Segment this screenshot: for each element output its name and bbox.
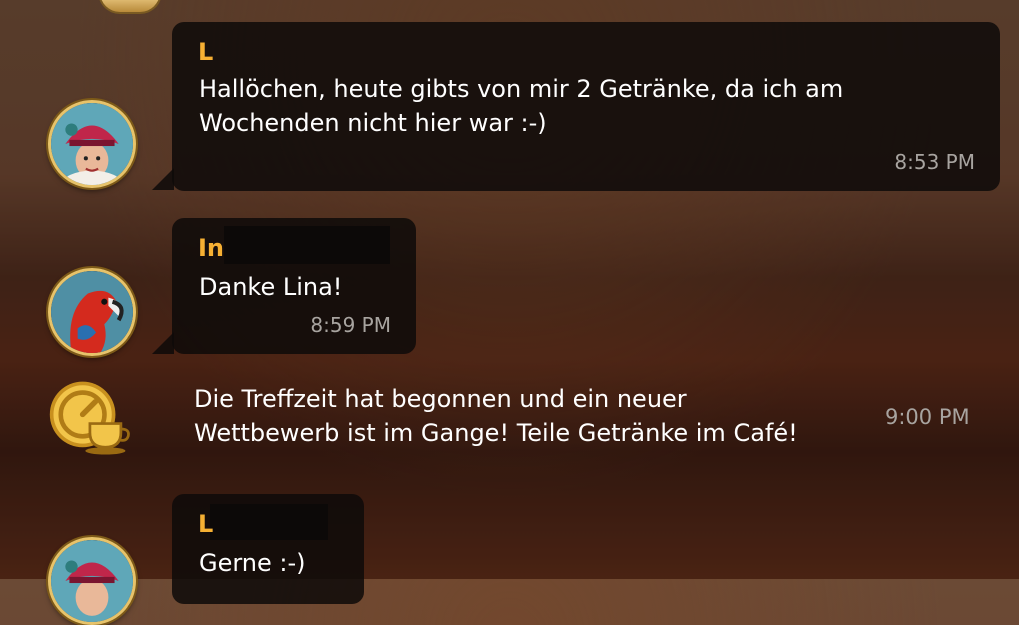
sender-name: In	[198, 234, 225, 262]
system-message-line1: Die Treffzeit hat begonnen und ein neuer	[194, 385, 687, 413]
avatar-woman-red-hat-icon[interactable]	[48, 537, 136, 625]
sender-name: L	[198, 38, 214, 66]
sender-name: L	[198, 510, 214, 538]
message-text: Danke Lina!	[199, 273, 343, 301]
message-text-line1: Hallöchen, heute gibts von mir 2 Getränk…	[199, 75, 844, 103]
message-text-line2: Wochenden nicht hier war :-)	[199, 109, 547, 137]
avatar-parrot-icon[interactable]	[48, 268, 136, 356]
message-bubble[interactable]: L Gerne :-)	[172, 494, 364, 604]
message-text: Gerne :-)	[199, 549, 306, 577]
bubble-tail	[152, 168, 174, 190]
message-bubble[interactable]: L Hallöchen, heute gibts von mir 2 Geträ…	[172, 22, 1000, 191]
avatar-woman-red-hat-icon[interactable]	[48, 100, 136, 188]
system-message: Die Treffzeit hat begonnen und ein neuer…	[194, 382, 884, 450]
message-bubble[interactable]: In Danke Lina! 8:59 PM	[172, 218, 416, 354]
message-time: 8:53 PM	[894, 150, 975, 174]
system-message-time: 9:00 PM	[885, 405, 970, 429]
redacted-name-area	[224, 226, 390, 264]
bubble-tail	[152, 332, 174, 354]
timer-coffee-cup-icon	[48, 378, 130, 460]
redacted-name-area	[210, 504, 328, 540]
system-message-line2: Wettbewerb ist im Gange! Teile Getränke …	[194, 419, 798, 447]
message-time: 8:59 PM	[310, 313, 391, 337]
